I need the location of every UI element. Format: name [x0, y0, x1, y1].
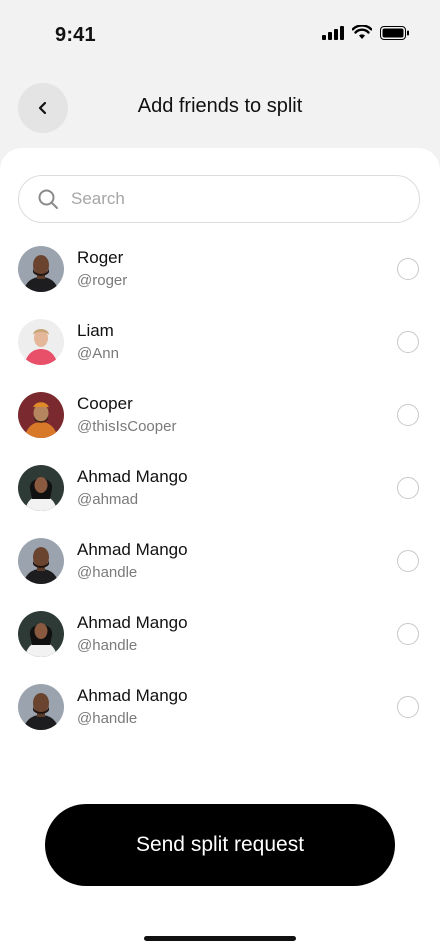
- friend-list: Roger @roger Liam @Ann Cooper @thisIsCoo…: [0, 246, 440, 757]
- friend-name: Roger: [77, 248, 124, 267]
- status-icons: [322, 25, 410, 40]
- avatar: [18, 611, 64, 657]
- select-radio[interactable]: [397, 550, 419, 572]
- friend-row-ahmad-mango[interactable]: Ahmad Mango @handle: [0, 611, 440, 684]
- friend-name: Ahmad Mango: [77, 613, 188, 632]
- friend-handle: @Ann: [77, 345, 119, 362]
- signal-icon: [322, 25, 344, 40]
- friend-handle: @handle: [77, 710, 138, 727]
- search-bar[interactable]: [18, 175, 420, 223]
- avatar: [18, 538, 64, 584]
- friend-row-ahmad-mango[interactable]: Ahmad Mango @handle: [0, 684, 440, 757]
- select-radio[interactable]: [397, 477, 419, 499]
- friend-name: Ahmad Mango: [77, 540, 188, 559]
- search-icon: [38, 189, 58, 209]
- friend-row-ahmad-mango[interactable]: Ahmad Mango @handle: [0, 538, 440, 611]
- status-time: 9:41: [55, 24, 96, 46]
- friend-row-liam[interactable]: Liam @Ann: [0, 319, 440, 392]
- select-radio[interactable]: [397, 696, 419, 718]
- select-radio[interactable]: [397, 404, 419, 426]
- avatar: [18, 465, 64, 511]
- friend-handle: @roger: [77, 272, 128, 289]
- friend-handle: @ahmad: [77, 491, 139, 508]
- friend-handle: @handle: [77, 564, 138, 581]
- avatar: [18, 246, 64, 292]
- avatar: [18, 392, 64, 438]
- friend-handle: @handle: [77, 637, 138, 654]
- avatar: [18, 319, 64, 365]
- friend-name: Liam: [77, 321, 114, 340]
- select-radio[interactable]: [397, 623, 419, 645]
- friend-name: Ahmad Mango: [77, 467, 188, 486]
- page-title: Add friends to split: [137, 95, 303, 117]
- home-indicator: [144, 936, 296, 941]
- search-input[interactable]: [69, 188, 373, 210]
- friend-handle: @thisIsCooper: [77, 418, 177, 435]
- avatar: [18, 684, 64, 730]
- friend-row-cooper[interactable]: Cooper @thisIsCooper: [0, 392, 440, 465]
- friend-name: Cooper: [77, 394, 133, 413]
- friend-name: Ahmad Mango: [77, 686, 188, 705]
- header: Add friends to split: [0, 80, 440, 134]
- friends-sheet: Roger @roger Liam @Ann: [0, 148, 440, 952]
- status-bar: 9:41: [0, 0, 440, 70]
- friend-row-roger[interactable]: Roger @roger: [0, 246, 440, 319]
- send-split-request-button[interactable]: Send split request: [45, 804, 395, 886]
- wifi-icon: [352, 25, 372, 39]
- select-radio[interactable]: [397, 331, 419, 353]
- friend-row-ahmad-mango[interactable]: Ahmad Mango @ahmad: [0, 465, 440, 538]
- select-radio[interactable]: [397, 258, 419, 280]
- battery-icon: [380, 25, 409, 40]
